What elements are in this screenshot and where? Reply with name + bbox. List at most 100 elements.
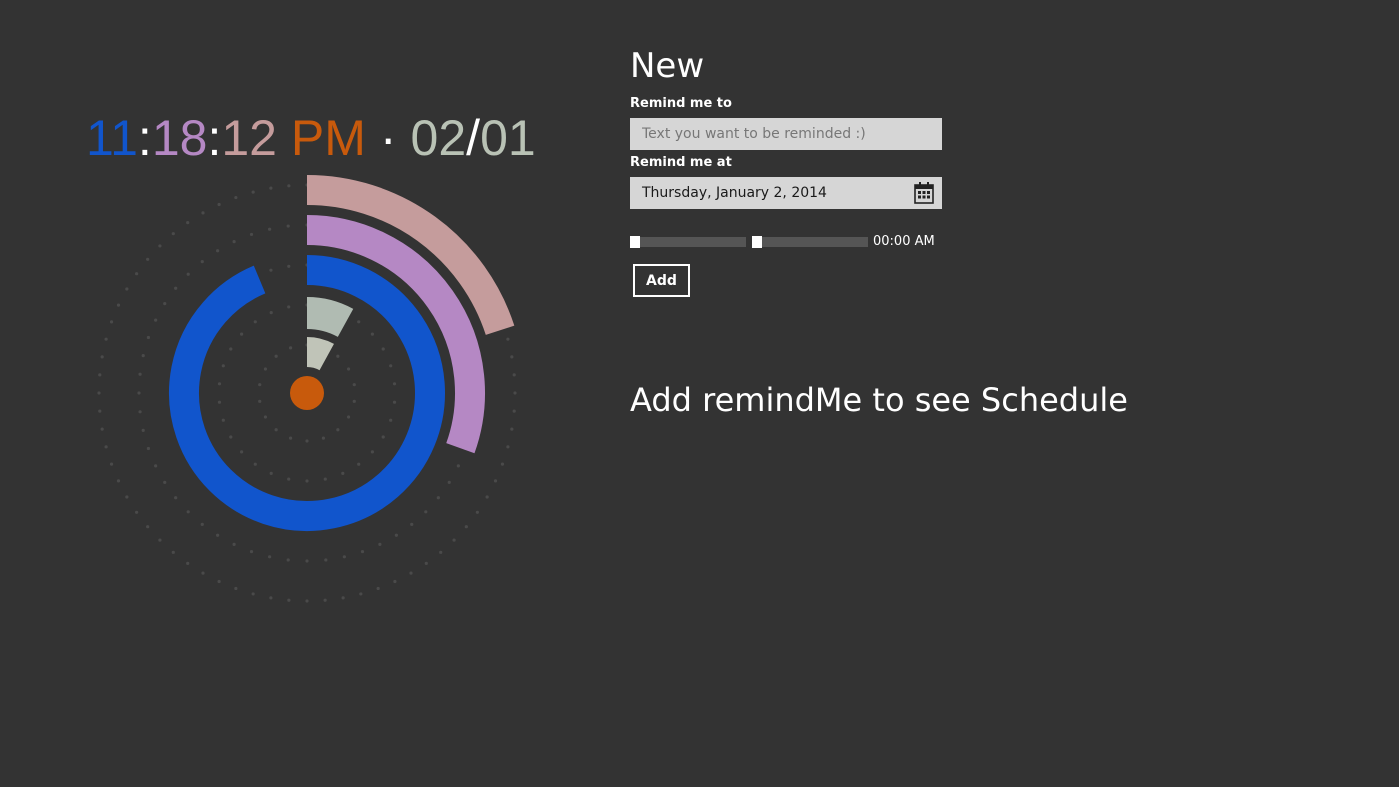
- ring-dot: [424, 510, 428, 514]
- ring-dot: [232, 240, 236, 244]
- ring-dot: [409, 571, 413, 575]
- schedule-empty-message: Add remindMe to see Schedule: [630, 381, 1128, 419]
- add-button[interactable]: Add: [633, 264, 690, 297]
- ring-dot: [342, 555, 346, 559]
- ring-dot: [359, 592, 363, 596]
- ring-dot: [216, 533, 220, 537]
- center-dot: [290, 376, 324, 410]
- ring-dot: [485, 495, 489, 499]
- ring-dot: [346, 415, 351, 419]
- ring-dot: [116, 479, 121, 483]
- ring-dot: [394, 533, 398, 537]
- ring-dot: [475, 510, 479, 514]
- ring-dot: [268, 227, 272, 231]
- hour-slider-track[interactable]: [630, 237, 746, 247]
- ring-dot: [323, 477, 327, 481]
- ring-dot: [234, 586, 238, 591]
- ring-dot: [146, 335, 151, 340]
- app-window: 11:18:12 PM·02/01 New Remind me to Remin…: [0, 0, 1399, 787]
- ring-dot: [287, 305, 291, 309]
- ring-dot: [249, 549, 254, 554]
- ring-dot: [305, 439, 309, 443]
- ring-dot: [393, 579, 397, 584]
- ring-dot: [251, 190, 255, 194]
- ring-dot: [116, 303, 121, 307]
- ring-dot: [100, 427, 104, 431]
- remind-at-label: Remind me at: [630, 155, 732, 170]
- day-wedge: [307, 337, 334, 371]
- ring-dot: [439, 550, 443, 554]
- calendar-icon[interactable]: [914, 182, 934, 204]
- ring-dot: [464, 525, 468, 529]
- ring-dot: [217, 382, 222, 386]
- ring-dot: [389, 418, 393, 422]
- ring-dot: [370, 332, 374, 336]
- time-picker: 00:00 AM: [630, 231, 942, 253]
- reminder-text-input[interactable]: [642, 126, 930, 142]
- ring-dot: [341, 596, 345, 600]
- date-picker-field[interactable]: Thursday, January 2, 2014: [630, 177, 942, 209]
- ring-dot: [286, 558, 290, 562]
- ring-dot: [137, 391, 141, 395]
- month-wedge: [307, 297, 354, 337]
- ring-dot: [221, 364, 225, 368]
- ring-dot: [287, 184, 291, 188]
- ring-dot: [141, 428, 145, 432]
- new-reminder-form: New Remind me to Remind me at Thursday, …: [630, 44, 1030, 297]
- ring-dot: [269, 186, 273, 190]
- ring-dot: [174, 496, 178, 500]
- minute-slider-track[interactable]: [752, 237, 868, 247]
- ring-dot: [249, 232, 254, 237]
- ring-dot: [216, 249, 220, 253]
- ring-dot: [269, 268, 273, 272]
- ring-dot: [370, 450, 374, 454]
- ring-dot: [456, 464, 460, 468]
- ring-dot: [512, 373, 516, 377]
- ring-dot: [305, 599, 309, 603]
- ring-dot: [201, 211, 205, 215]
- ring-dot: [263, 367, 268, 371]
- ring-dot: [436, 496, 440, 500]
- ring-dot: [424, 561, 428, 565]
- ring-dot: [357, 462, 361, 466]
- remind-to-field: [630, 118, 942, 150]
- ring-dot: [146, 257, 150, 261]
- ring-dot: [104, 337, 108, 341]
- ring-dot: [288, 436, 293, 440]
- ring-dot: [274, 354, 278, 358]
- ring-dot: [513, 391, 517, 395]
- time-value: 00:00 AM: [873, 234, 935, 249]
- ring-dot: [274, 428, 278, 432]
- ring-dot: [321, 436, 326, 440]
- clock-colon: :: [207, 110, 222, 166]
- ring-dot: [512, 409, 516, 413]
- ring-dot: [141, 354, 145, 358]
- ring-dot: [410, 522, 414, 526]
- clock-month: 02: [410, 110, 467, 166]
- ring-dot: [341, 471, 345, 475]
- ring-dot: [286, 224, 290, 228]
- ring-dot: [171, 550, 175, 554]
- ring-dot: [234, 195, 238, 200]
- clock-day: 01: [480, 110, 536, 166]
- ring-dot: [217, 400, 222, 404]
- ring-dot: [253, 320, 257, 324]
- ring-dot: [287, 598, 291, 602]
- ring-dot: [269, 311, 273, 315]
- clock-seconds: 12: [221, 110, 277, 166]
- ring-dot: [240, 450, 244, 454]
- minute-slider-thumb[interactable]: [752, 236, 762, 248]
- ring-clock-graphic: [97, 175, 517, 603]
- hour-slider-thumb[interactable]: [630, 236, 640, 248]
- ring-dot: [240, 332, 244, 336]
- ring-dot: [500, 462, 505, 466]
- ring-dot: [263, 415, 268, 419]
- ring-dot: [510, 427, 514, 431]
- ring-dot: [98, 409, 102, 413]
- ring-dot: [171, 232, 175, 236]
- ring-dot: [268, 555, 272, 559]
- ring-dot: [346, 367, 351, 371]
- ring-dot: [324, 558, 328, 562]
- form-title: New: [630, 46, 705, 86]
- ring-dot: [186, 561, 190, 565]
